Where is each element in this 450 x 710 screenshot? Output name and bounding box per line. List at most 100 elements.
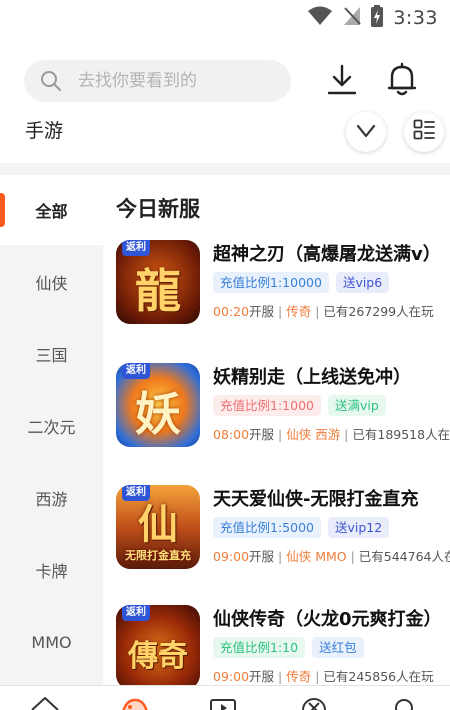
game-meta: 09:00开服 | 仙侠 MMO | 已有544764人在玩 [213, 546, 450, 565]
active-indicator [0, 193, 5, 227]
status-bar: 3:33 [0, 0, 450, 38]
rebate-tag: 返利 [122, 485, 150, 501]
game-item[interactable]: 仙 无限打金直充 返利 天天爱仙侠-无限打金直充 充值比例1:5000 送vip… [103, 485, 450, 585]
game-badges: 充值比例1:10 送红包 [213, 637, 364, 658]
bell-icon [387, 62, 417, 100]
recharge-ratio-badge: 充值比例1:10000 [213, 272, 329, 293]
game-badges: 充值比例1:10000 送vip6 [213, 272, 390, 293]
discover-icon [299, 694, 329, 710]
player-count: 已有544764人在玩 [358, 549, 450, 564]
nav-video-button[interactable] [209, 694, 239, 710]
chevron-down-icon [356, 123, 376, 142]
sidebar-item-cards[interactable]: 卡牌 [0, 535, 103, 605]
sidebar-item-label: MMO [31, 632, 72, 652]
nav-games-button[interactable] [120, 694, 150, 710]
bottom-nav [0, 685, 450, 710]
game-icon-image: 仙 无限打金直充 返利 [116, 485, 200, 569]
game-item[interactable]: 傳奇 返利 仙侠传奇（火龙0元爽打金） 充值比例1:10 送红包 09:00开服… [103, 605, 450, 685]
game-categories: 传奇 [286, 669, 312, 684]
game-name: 仙侠传奇（火龙0元爽打金） [213, 609, 442, 630]
sidebar-item-sanguo[interactable]: 三国 [0, 319, 103, 389]
game-meta: 08:00开服 | 仙侠 西游 | 已有189518人在玩 [213, 424, 450, 443]
recharge-ratio-badge: 充值比例1:1000 [213, 395, 321, 416]
game-icon-image: 妖 返利 [116, 363, 200, 447]
download-button[interactable] [322, 62, 362, 102]
rebate-tag: 返利 [122, 363, 150, 379]
open-label: 开服 [249, 427, 275, 442]
open-label: 开服 [249, 549, 275, 564]
sidebar-item-label: 仙侠 [35, 274, 68, 293]
battery-charging-icon [371, 5, 384, 31]
player-count: 已有189518人在玩 [352, 427, 450, 442]
nav-discover-button[interactable] [299, 694, 329, 710]
sidebar-item-label: 西游 [35, 490, 68, 509]
list-view-button[interactable] [404, 112, 444, 152]
vip-badge: 送vip12 [327, 517, 390, 538]
game-icon-image: 龍 返利 [116, 240, 200, 324]
home-icon [30, 694, 60, 710]
no-signal-icon [343, 6, 362, 30]
game-item[interactable]: 龍 返利 超神之刃（高爆屠龙送满v） 充值比例1:10000 送vip6 00:… [103, 240, 450, 340]
player-count: 已有267299人在玩 [323, 304, 434, 319]
sidebar-item-all[interactable]: 全部 [0, 175, 103, 245]
search-input[interactable] [78, 71, 278, 91]
game-item[interactable]: 妖 返利 妖精别走（上线送免冲） 充值比例1:1000 送满vip 08:00开… [103, 363, 450, 463]
game-categories: 传奇 [286, 304, 312, 319]
nav-profile-button[interactable] [389, 694, 419, 710]
game-icon-banner: 无限打金直充 [125, 549, 191, 562]
game-name: 天天爱仙侠-无限打金直充 [213, 489, 419, 510]
sidebar-item-xianxia[interactable]: 仙侠 [0, 247, 103, 317]
notification-button[interactable] [382, 60, 422, 102]
status-icons: 3:33 [307, 4, 438, 32]
section-title: 今日新服 [116, 197, 200, 221]
wifi-icon [307, 6, 333, 30]
sidebar-item-anime[interactable]: 二次元 [0, 391, 103, 461]
rebate-tag: 返利 [122, 240, 150, 256]
recharge-ratio-badge: 充值比例1:5000 [213, 517, 321, 538]
vip-badge: 送vip6 [335, 272, 390, 293]
sidebar-item-label: 卡牌 [35, 562, 68, 581]
game-name: 妖精别走（上线送免冲） [213, 367, 411, 388]
open-time: 00:20 [213, 304, 250, 319]
game-categories: 仙侠 西游 [286, 427, 341, 442]
game-meta: 09:00开服 | 传奇 | 已有245856人在玩 [213, 669, 434, 684]
game-meta: 00:20开服 | 传奇 | 已有267299人在玩 [213, 304, 434, 319]
vip-badge: 送满vip [327, 395, 386, 416]
game-list-panel: 今日新服 龍 返利 超神之刃（高爆屠龙送满v） 充值比例1:10000 送vip… [103, 175, 450, 685]
profile-icon [389, 694, 419, 710]
open-time: 09:00 [213, 669, 250, 684]
player-count: 已有245856人在玩 [323, 669, 434, 684]
list-layout-icon [413, 119, 435, 145]
game-icon-glyph: 妖 [135, 387, 181, 441]
nav-home-button[interactable] [30, 694, 60, 710]
status-time: 3:33 [393, 7, 438, 29]
game-badges: 充值比例1:5000 送vip12 [213, 517, 390, 538]
open-time: 09:00 [213, 549, 250, 564]
game-badges: 充值比例1:1000 送满vip [213, 395, 386, 416]
category-sidebar: 全部 仙侠 三国 二次元 西游 卡牌 MMO [0, 175, 103, 685]
game-icon-glyph: 龍 [135, 264, 181, 318]
gift-badge: 送红包 [312, 637, 364, 658]
sidebar-item-mmo[interactable]: MMO [0, 607, 103, 677]
open-label: 开服 [249, 304, 275, 319]
expand-categories-button[interactable] [346, 112, 386, 152]
game-controller-icon [120, 694, 150, 710]
game-icon-image: 傳奇 返利 [116, 605, 200, 685]
rebate-tag: 返利 [122, 605, 150, 621]
game-categories: 仙侠 MMO [286, 549, 347, 564]
video-icon [209, 694, 239, 710]
sidebar-item-xiyou[interactable]: 西游 [0, 463, 103, 533]
game-name: 超神之刃（高爆屠龙送满v） [213, 244, 441, 265]
sidebar-item-label: 二次元 [27, 418, 76, 437]
search-icon [40, 70, 62, 92]
game-icon-glyph: 傳奇 [128, 639, 188, 674]
open-label: 开服 [249, 669, 275, 684]
search-bar[interactable] [24, 60, 291, 102]
category-title: 手游 [25, 120, 64, 142]
recharge-ratio-badge: 充值比例1:10 [213, 637, 306, 658]
sidebar-item-label: 三国 [35, 346, 68, 365]
sidebar-item-label: 全部 [35, 202, 68, 221]
divider-band [0, 163, 450, 175]
download-icon [327, 64, 357, 100]
open-time: 08:00 [213, 427, 250, 442]
